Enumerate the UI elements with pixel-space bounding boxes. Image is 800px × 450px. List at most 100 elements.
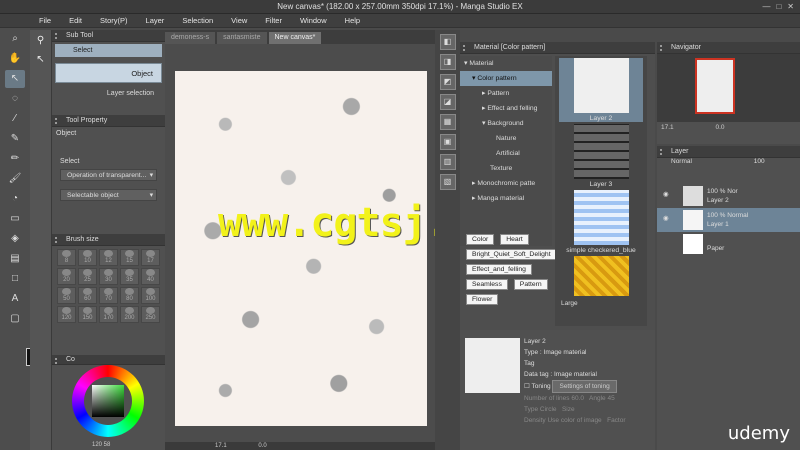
tree-item[interactable]: Nature [460,131,552,146]
hand-icon[interactable]: ✋ [5,50,25,68]
tag-button[interactable]: Effect_and_felling [466,264,532,275]
material-tool-icon[interactable]: ▣ [439,134,456,150]
pen-icon[interactable]: ✎ [5,130,25,148]
tree-item[interactable]: ▸ Monochromic patte [460,176,552,191]
navigator-preview[interactable] [695,58,735,114]
menu-layer[interactable]: Layer [137,16,174,25]
material-tool-icon[interactable]: ◨ [439,54,456,70]
nav-zoom[interactable]: 17.1 [661,124,674,131]
operation-dropdown[interactable]: Operation of transparent... [60,169,157,181]
size-dropdown[interactable]: Large [555,298,647,309]
grip-icon[interactable] [660,45,668,51]
menu-filter[interactable]: Filter [256,16,291,25]
brush-size-item[interactable]: 17 [141,249,160,266]
material-tool-icon[interactable]: ▧ [439,174,456,190]
material-thumb[interactable] [559,256,643,296]
eyedropper-icon[interactable]: ⁄ [5,110,25,128]
subtool-select[interactable]: Select [55,44,162,57]
zoom-value[interactable]: 17.1 [215,443,227,449]
menu-edit[interactable]: Edit [60,16,91,25]
layer-opacity[interactable]: 100 [754,158,765,165]
toning-checkbox[interactable]: ☐ [524,383,532,390]
tree-item[interactable]: ▾ Background [460,116,552,131]
maximize-icon[interactable]: □ [776,2,781,11]
grip-icon[interactable] [55,33,63,39]
tab-santasmiste[interactable]: santasmiste [217,32,267,44]
color-wheel[interactable] [72,365,144,437]
fill-icon[interactable]: ◈ [5,230,25,248]
brush-size-item[interactable]: 15 [120,249,139,266]
tag-button[interactable]: Flower [466,294,499,305]
brush-size-item[interactable]: 80 [120,287,139,304]
brush-size-item[interactable]: 70 [99,287,118,304]
menu-story[interactable]: Story(P) [91,16,137,25]
brush-size-item[interactable]: 150 [78,306,97,323]
brush-icon[interactable]: 🖌 [5,170,25,188]
menu-help[interactable]: Help [336,16,369,25]
close-icon[interactable]: ✕ [787,2,794,11]
object-select-icon[interactable]: ↖ [5,70,25,88]
tab-demoness[interactable]: demoness-s [165,32,216,44]
eraser-icon[interactable]: ▭ [5,210,25,228]
brush-size-item[interactable]: 100 [141,287,160,304]
eye-icon[interactable]: ◉ [663,190,669,198]
brush-size-item[interactable]: 60 [78,287,97,304]
tag-button[interactable]: Color [466,234,495,245]
grip-icon[interactable] [55,237,63,243]
eye-icon[interactable]: ◉ [663,214,669,222]
brush-size-item[interactable]: 20 [57,268,76,285]
saturation-square[interactable] [92,385,124,417]
material-thumb[interactable]: Layer 2 [559,58,643,122]
grip-icon[interactable] [660,149,668,155]
material-tool-icon[interactable]: ◧ [439,34,456,50]
layer-row[interactable]: Paper [657,232,800,256]
tree-item[interactable]: ▸ Manga material [460,191,552,206]
material-tool-icon[interactable]: ▦ [439,114,456,130]
material-thumb[interactable]: Layer 3 [559,124,643,188]
tag-button[interactable]: Seamless [466,279,508,290]
brush-size-item[interactable]: 35 [120,268,139,285]
brush-size-item[interactable]: 25 [78,268,97,285]
menu-view[interactable]: View [222,16,256,25]
layer-row[interactable]: ◉ 100 % Nor Layer 2 [657,184,800,208]
lasso-icon[interactable]: ◌ [5,90,25,108]
grip-icon[interactable] [55,118,63,124]
selectable-object-dropdown[interactable]: Selectable object [60,189,157,201]
blend-mode-select[interactable]: Normal [671,158,692,165]
menu-selection[interactable]: Selection [173,16,222,25]
tree-item[interactable]: ▾ Color pattern [460,71,552,86]
material-tool-icon[interactable]: ◩ [439,74,456,90]
airbrush-icon[interactable]: ◔ [5,190,25,208]
brush-size-item[interactable]: 10 [78,249,97,266]
brush-size-item[interactable]: 8 [57,249,76,266]
nav-angle[interactable]: 0.0 [715,124,724,131]
material-tool-icon[interactable]: ◪ [439,94,456,110]
minimize-icon[interactable]: — [762,2,770,11]
zoom-icon[interactable]: ⌕ [5,30,25,48]
tree-item[interactable]: ▾ Material [460,56,552,71]
menu-file[interactable]: File [30,16,60,25]
grip-icon[interactable] [55,358,63,364]
figure-icon[interactable]: □ [5,270,25,288]
tree-item[interactable]: Texture [460,161,552,176]
brush-size-item[interactable]: 30 [99,268,118,285]
tree-item[interactable]: ▸ Effect and felling [460,101,552,116]
select-arrow-icon[interactable]: ↖ [33,52,49,68]
grip-icon[interactable] [463,45,471,51]
brush-size-item[interactable]: 170 [99,306,118,323]
subtool-layer-selection[interactable]: Layer selection [55,85,162,103]
tag-button[interactable]: Bright_Quiet_Soft_Delight [466,249,557,260]
settings-toning-button[interactable]: Settings of toning [552,380,617,393]
layer-row[interactable]: ◉ 100 % Normal Layer 1 [657,208,800,232]
brush-size-item[interactable]: 50 [57,287,76,304]
brush-size-item[interactable]: 200 [120,306,139,323]
brush-size-item[interactable]: 250 [141,306,160,323]
text-icon[interactable]: A [5,290,25,308]
brush-size-item[interactable]: 120 [57,306,76,323]
brush-size-item[interactable]: 12 [99,249,118,266]
balloon-icon[interactable]: ▢ [5,310,25,328]
material-thumb[interactable]: simple checkered_blue [559,190,643,254]
material-tool-icon[interactable]: ▥ [439,154,456,170]
tag-button[interactable]: Heart [500,234,529,245]
rotation-value[interactable]: 0.0 [258,443,266,449]
